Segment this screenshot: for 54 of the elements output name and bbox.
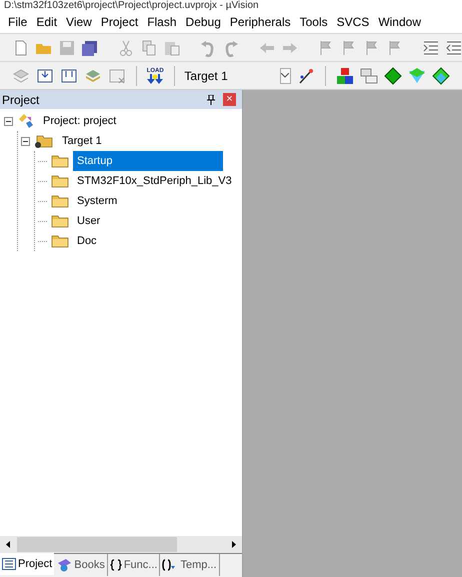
books-icon	[56, 558, 72, 572]
folder-icon	[51, 194, 69, 208]
menu-item[interactable]: Project	[96, 13, 142, 31]
panel-tab[interactable]: Func...	[108, 554, 160, 576]
magic-wand-icon[interactable]	[297, 66, 316, 84]
target-dropdown-button[interactable]	[280, 68, 292, 84]
tree-item[interactable]: Project: project	[39, 111, 120, 131]
menu-item[interactable]: Window	[374, 13, 425, 31]
tree-item[interactable]: User	[73, 211, 104, 231]
panel-tab[interactable]: Temp...	[160, 554, 220, 576]
funnel-icon[interactable]	[408, 66, 426, 84]
project-icon	[17, 113, 35, 129]
folder-icon	[51, 214, 69, 228]
panel-title: Project	[2, 92, 40, 108]
tree-item[interactable]: Startup	[73, 151, 223, 171]
menu-item[interactable]: File	[4, 13, 32, 31]
menu-item[interactable]: Edit	[32, 13, 62, 31]
menu-item[interactable]: Debug	[182, 13, 225, 31]
indent-icon[interactable]	[422, 38, 440, 56]
blocks-icon[interactable]	[336, 66, 354, 84]
folder-icon	[51, 174, 69, 188]
menu-item[interactable]: View	[62, 13, 96, 31]
horizontal-scrollbar[interactable]	[0, 536, 242, 553]
tree-item[interactable]: Systerm	[73, 191, 122, 211]
panel-tab[interactable]: Project	[0, 553, 54, 575]
list-icon	[2, 558, 16, 570]
pin-icon[interactable]	[207, 94, 215, 104]
tree-item[interactable]: Target 1	[58, 131, 106, 151]
diamond-stack-icon[interactable]	[432, 66, 450, 84]
diamond-icon[interactable]	[384, 66, 402, 84]
save-icon[interactable]	[58, 38, 76, 56]
close-button[interactable]: ×	[223, 93, 236, 106]
menu-item[interactable]: SVCS	[332, 13, 374, 31]
tree-item[interactable]: STM32F10x_StdPeriph_Lib_V3	[73, 171, 236, 191]
panel-tab[interactable]: Books	[54, 554, 108, 576]
save-all-icon[interactable]	[81, 38, 99, 56]
collapse-toggle[interactable]	[4, 116, 13, 126]
windows-icon[interactable]	[360, 66, 378, 84]
folder-icon	[51, 234, 69, 248]
unindent-icon[interactable]	[445, 38, 462, 56]
tree-item[interactable]: Doc	[73, 231, 101, 251]
window-title: D:\stm32f103zet6\project\Project\project.uvprojx - µVision	[4, 0, 259, 11]
copy-icon[interactable]	[140, 38, 158, 56]
collapse-toggle[interactable]	[21, 136, 30, 146]
cut-icon[interactable]	[117, 38, 135, 56]
menu-item[interactable]: Tools	[296, 13, 332, 31]
chevron-down-icon	[281, 73, 290, 78]
braces-icon	[110, 559, 122, 571]
scroll-thumb[interactable]	[17, 537, 177, 552]
menu-item[interactable]: Flash	[143, 13, 181, 31]
menu-item[interactable]: Peripherals	[226, 13, 295, 31]
folder-icon	[51, 154, 69, 168]
target-name: Target 1	[184, 68, 229, 84]
target-folder-icon	[34, 134, 54, 148]
